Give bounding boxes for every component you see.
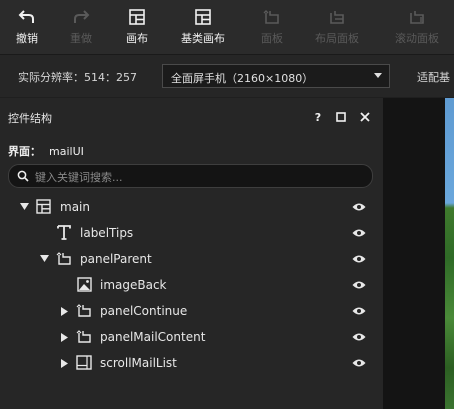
tree-node-label: panelMailContent	[100, 330, 206, 344]
scroll-panel-icon	[410, 11, 424, 24]
resolution-bar: 实际分辨率：514：257 全面屏手机（2160×1080） 适配基	[0, 55, 454, 97]
canvas-label: 画布	[126, 32, 148, 45]
redo-icon	[74, 10, 90, 23]
panel-icon	[76, 330, 91, 343]
tree-node-label: labelTips	[80, 226, 134, 240]
tree-node-labeltips[interactable]: labelTips	[0, 220, 383, 246]
tree-node-label: imageBack	[100, 278, 167, 292]
maximize-icon	[336, 112, 346, 122]
layout-panel-button[interactable]: 布局面板	[310, 0, 364, 54]
panel-button[interactable]: 面板	[245, 0, 299, 54]
undo-icon	[18, 10, 34, 23]
undo-button[interactable]: 撤销	[0, 0, 54, 54]
tree-node-panelcontinue[interactable]: panelContinue	[0, 298, 383, 324]
eye-icon[interactable]	[352, 306, 366, 316]
interface-row: 界面： mailUI	[8, 143, 84, 159]
close-button[interactable]	[357, 109, 373, 125]
interface-name: mailUI	[49, 145, 84, 158]
chevron-down-icon	[374, 73, 382, 78]
tree-node-label: main	[60, 200, 90, 214]
panel-label: 面板	[261, 32, 283, 45]
text-icon	[57, 225, 71, 240]
tree-node-scrollmaillist[interactable]: scrollMailList	[0, 350, 383, 376]
eye-icon[interactable]	[352, 280, 366, 290]
scene-preview-image	[445, 98, 454, 409]
tree-node-label: panelParent	[80, 252, 152, 266]
interface-label: 界面：	[8, 145, 41, 158]
device-dropdown-value: 全面屏手机（2160×1080）	[171, 72, 314, 85]
caret-down-icon[interactable]	[20, 203, 29, 211]
panel-icon	[56, 252, 71, 265]
eye-icon[interactable]	[352, 332, 366, 342]
tree-node-main[interactable]: main	[0, 194, 383, 220]
caret-right-icon[interactable]	[61, 359, 69, 368]
eye-icon[interactable]	[352, 202, 366, 212]
caret-down-icon[interactable]	[40, 255, 49, 263]
canvas-icon	[36, 199, 51, 214]
tree-node-label: scrollMailList	[100, 356, 177, 370]
canvas-icon	[129, 9, 145, 25]
panel-icon	[76, 304, 91, 317]
eye-icon[interactable]	[352, 358, 366, 368]
toolbar: 撤销 重做 画布 基类画布 面板 布局面板 滚动面板	[0, 0, 454, 55]
base-canvas-button[interactable]: 基类画布	[176, 0, 230, 54]
panel-icon	[263, 10, 279, 24]
maximize-button[interactable]	[333, 109, 349, 125]
redo-label: 重做	[70, 32, 92, 45]
base-canvas-label: 基类画布	[181, 32, 225, 45]
tree-node-panelmailcontent[interactable]: panelMailContent	[0, 324, 383, 350]
search-box[interactable]	[8, 164, 373, 188]
canvas-viewport[interactable]	[383, 98, 454, 409]
control-structure-panel: 控件结构 ? 界面： mailUI main	[0, 98, 383, 409]
tree-node-label: panelContinue	[100, 304, 188, 318]
redo-button[interactable]: 重做	[54, 0, 108, 54]
scroll-panel-button[interactable]: 滚动面板	[390, 0, 444, 54]
canvas-button[interactable]: 画布	[110, 0, 164, 54]
adapt-base-label[interactable]: 适配基	[417, 69, 450, 85]
undo-label: 撤销	[16, 32, 38, 45]
layout-panel-label: 布局面板	[315, 32, 359, 45]
scroll-panel-icon	[76, 355, 92, 370]
eye-icon[interactable]	[352, 228, 366, 238]
device-dropdown[interactable]: 全面屏手机（2160×1080）	[162, 64, 390, 88]
layout-panel-icon	[330, 11, 344, 24]
search-input[interactable]	[33, 168, 357, 186]
image-icon	[77, 277, 92, 292]
panel-title: 控件结构	[8, 112, 52, 125]
eye-icon[interactable]	[352, 254, 366, 264]
tree-node-panelparent[interactable]: panelParent	[0, 246, 383, 272]
search-icon	[17, 170, 29, 182]
close-icon	[360, 112, 370, 122]
resolution-label: 实际分辨率：514：257	[18, 71, 137, 84]
caret-right-icon[interactable]	[61, 307, 69, 316]
scroll-panel-label: 滚动面板	[395, 32, 439, 45]
base-canvas-icon	[195, 9, 211, 25]
tree-node-imageback[interactable]: imageBack	[0, 272, 383, 298]
help-button[interactable]: ?	[310, 109, 326, 125]
caret-right-icon[interactable]	[61, 333, 69, 342]
panel-header: 控件结构 ?	[0, 106, 383, 128]
